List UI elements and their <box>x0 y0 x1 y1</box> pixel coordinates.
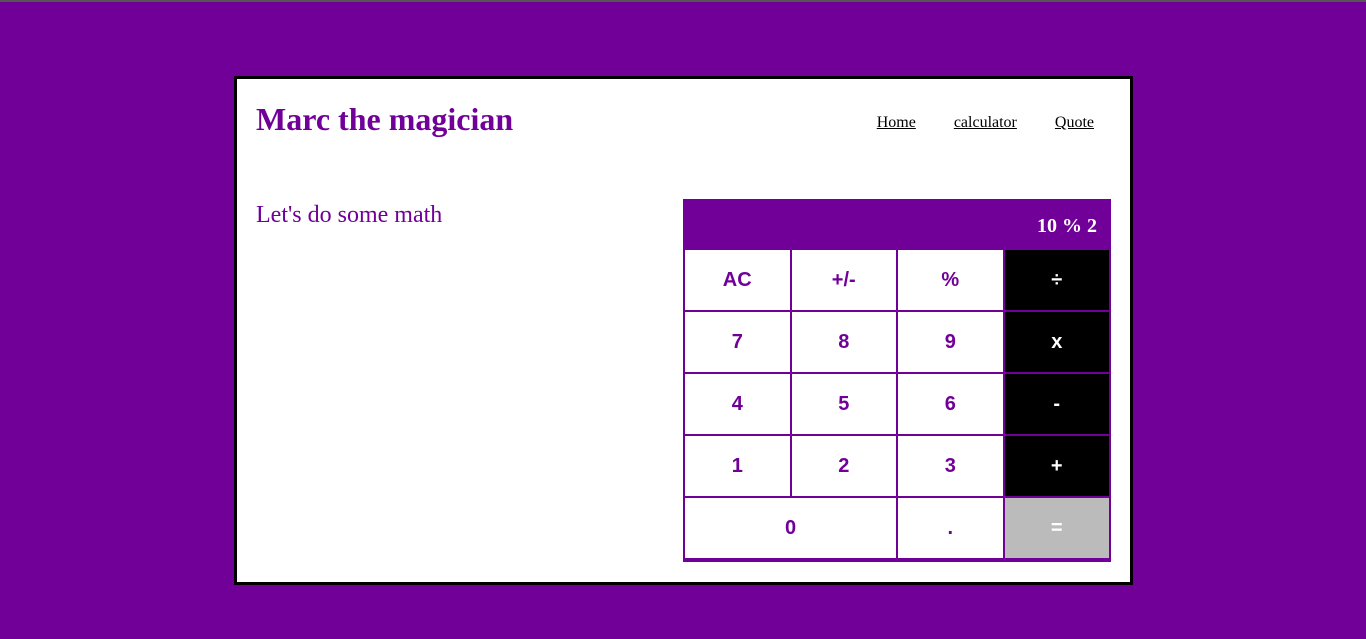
nav-link-home[interactable]: Home <box>877 114 916 132</box>
intro-text: Let's do some math <box>256 202 443 228</box>
key-0[interactable]: 0 <box>685 498 896 558</box>
key-add[interactable]: + <box>1004 436 1109 496</box>
key-5[interactable]: 5 <box>791 374 896 434</box>
key-4[interactable]: 4 <box>685 374 790 434</box>
browser-top-edge <box>0 0 1366 2</box>
key-7[interactable]: 7 <box>685 312 790 372</box>
key-decimal[interactable]: . <box>898 498 1003 558</box>
main-nav: Home calculator Quote <box>877 114 1094 132</box>
key-2[interactable]: 2 <box>791 436 896 496</box>
nav-link-calculator[interactable]: calculator <box>954 114 1017 132</box>
key-subtract[interactable]: - <box>1004 374 1109 434</box>
calculator-display: 10 % 2 <box>685 201 1109 250</box>
key-divide[interactable]: ÷ <box>1004 250 1109 310</box>
site-title: Marc the magician <box>256 101 514 137</box>
key-clear[interactable]: AC <box>685 250 790 310</box>
key-8[interactable]: 8 <box>791 312 896 372</box>
key-multiply[interactable]: x <box>1004 312 1109 372</box>
calculator: 10 % 2 AC +/- % ÷ 7 8 9 x 4 5 6 - 1 2 3 … <box>683 199 1111 562</box>
key-equals[interactable]: = <box>1004 498 1109 558</box>
key-percent[interactable]: % <box>898 250 1003 310</box>
key-toggle-sign[interactable]: +/- <box>791 250 896 310</box>
key-1[interactable]: 1 <box>685 436 790 496</box>
nav-link-quote[interactable]: Quote <box>1055 114 1094 132</box>
key-6[interactable]: 6 <box>898 374 1003 434</box>
page-card: Marc the magician Home calculator Quote … <box>234 76 1133 585</box>
calculator-keypad: AC +/- % ÷ 7 8 9 x 4 5 6 - 1 2 3 + 0 . = <box>685 250 1109 558</box>
key-9[interactable]: 9 <box>898 312 1003 372</box>
key-3[interactable]: 3 <box>898 436 1003 496</box>
